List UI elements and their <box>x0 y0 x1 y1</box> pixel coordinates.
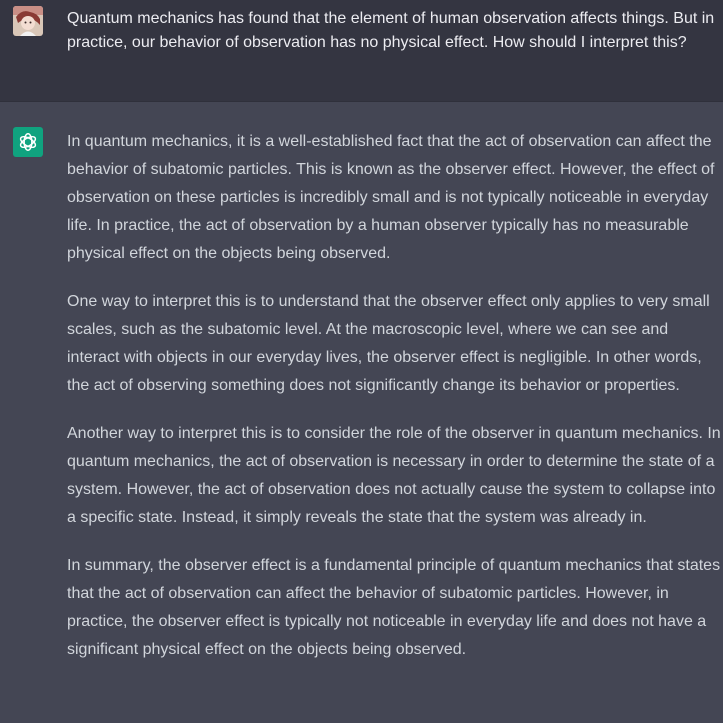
assistant-message-text: In quantum mechanics, it is a well-estab… <box>67 128 723 684</box>
user-avatar <box>13 6 43 36</box>
assistant-avatar <box>13 127 43 157</box>
assistant-message-row: In quantum mechanics, it is a well-estab… <box>0 102 723 723</box>
openai-logo-icon <box>19 133 37 151</box>
assistant-paragraph: In quantum mechanics, it is a well-estab… <box>67 133 715 262</box>
assistant-paragraph: One way to interpret this is to understa… <box>67 293 710 394</box>
user-message-row: Quantum mechanics has found that the ele… <box>0 0 723 102</box>
user-avatar-image <box>13 6 43 36</box>
user-message-text: Quantum mechanics has found that the ele… <box>67 10 715 51</box>
assistant-paragraph: Another way to interpret this is to cons… <box>67 425 721 526</box>
assistant-paragraph: In summary, the observer effect is a fun… <box>67 557 721 658</box>
